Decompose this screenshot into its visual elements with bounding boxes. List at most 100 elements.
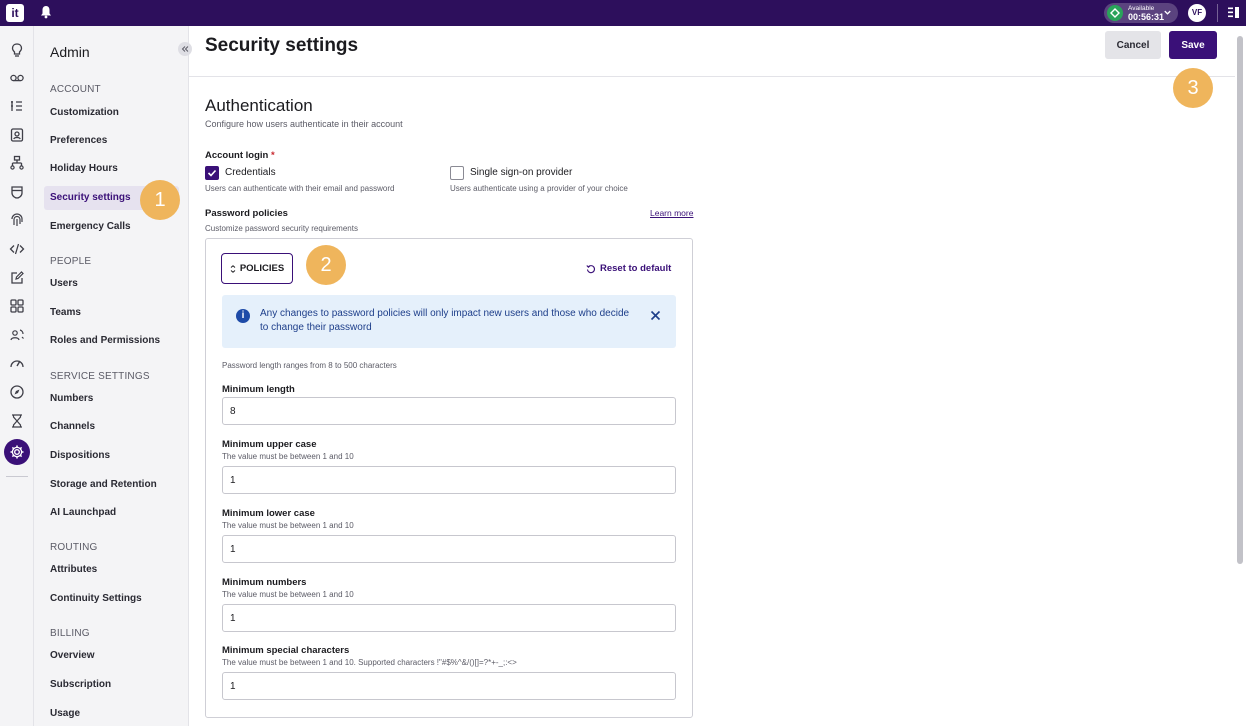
rail-divider <box>6 476 28 477</box>
nav-item-customization[interactable]: Customization <box>44 101 179 125</box>
close-icon[interactable] <box>650 310 661 321</box>
min-special-help: The value must be between 1 and 10. Supp… <box>222 658 517 667</box>
database-icon[interactable] <box>8 183 26 201</box>
nav-item-usage[interactable]: Usage <box>44 702 179 726</box>
reset-label: Reset to default <box>600 263 672 274</box>
credentials-checkbox[interactable] <box>205 166 219 180</box>
section-label-people: PEOPLE <box>50 256 92 267</box>
learn-more-link[interactable]: Learn more <box>650 208 693 218</box>
info-banner-text: Any changes to password policies will on… <box>260 308 630 333</box>
hourglass-icon[interactable] <box>8 412 26 430</box>
min-upper-label: Minimum upper case <box>222 439 317 450</box>
apps-grid-icon[interactable] <box>8 297 26 315</box>
min-special-input[interactable] <box>222 672 676 700</box>
compass-icon[interactable] <box>8 383 26 401</box>
min-numbers-label: Minimum numbers <box>222 577 307 588</box>
reset-to-default-link[interactable]: Reset to default <box>586 263 671 274</box>
people-sync-icon[interactable] <box>8 326 26 344</box>
bell-icon[interactable] <box>40 5 52 19</box>
nav-item-overview[interactable]: Overview <box>44 644 179 668</box>
min-numbers-help: The value must be between 1 and 10 <box>222 590 354 599</box>
section-label-billing: BILLING <box>50 628 90 639</box>
list-icon[interactable] <box>8 97 26 115</box>
divider <box>1217 4 1218 22</box>
user-avatar[interactable]: VF <box>1188 4 1206 22</box>
min-lower-label: Minimum lower case <box>222 508 315 519</box>
required-asterisk: * <box>270 150 275 161</box>
min-length-input[interactable] <box>222 397 676 425</box>
info-banner: i Any changes to password policies will … <box>222 295 676 348</box>
save-button[interactable]: Save <box>1169 31 1217 59</box>
chevron-down-icon <box>1163 8 1172 17</box>
min-upper-help: The value must be between 1 and 10 <box>222 452 354 461</box>
speedometer-icon[interactable] <box>8 354 26 372</box>
header-divider <box>189 76 1235 77</box>
section-label-routing: ROUTING <box>50 542 98 553</box>
nav-item-attributes[interactable]: Attributes <box>44 558 179 582</box>
section-label-account: ACCOUNT <box>50 84 101 95</box>
workflow-icon[interactable] <box>8 154 26 172</box>
nav-item-storage-and-retention[interactable]: Storage and Retention <box>44 473 179 497</box>
account-login-text: Account login <box>205 150 269 161</box>
page-scrollbar[interactable] <box>1237 36 1243 564</box>
app-navigation-rail <box>0 26 34 726</box>
top-bar: it Available 00:56:31 VF <box>0 0 1246 26</box>
reset-icon <box>586 264 596 274</box>
availability-status-dropdown[interactable]: Available 00:56:31 <box>1104 3 1178 23</box>
admin-sidebar: Admin ACCOUNT Customization Preferences … <box>34 26 192 726</box>
policies-button-label: POLICIES <box>239 263 285 274</box>
credentials-label: Credentials <box>225 167 276 178</box>
authentication-subtitle: Configure how users authenticate in thei… <box>205 119 403 129</box>
edit-icon[interactable] <box>8 269 26 287</box>
page-title: Security settings <box>205 35 359 56</box>
nav-item-ai-launchpad[interactable]: AI Launchpad <box>44 501 179 525</box>
nav-item-dispositions[interactable]: Dispositions <box>44 444 179 468</box>
nav-item-roles-and-permissions[interactable]: Roles and Permissions <box>44 329 179 353</box>
nav-item-preferences[interactable]: Preferences <box>44 129 179 153</box>
sso-help: Users authenticate using a provider of y… <box>450 184 628 193</box>
nav-item-teams[interactable]: Teams <box>44 301 179 325</box>
app-logo[interactable]: it <box>6 4 24 22</box>
status-diamond-icon <box>1107 5 1123 21</box>
voicemail-icon[interactable] <box>8 69 26 87</box>
min-special-label: Minimum special characters <box>222 645 350 656</box>
min-numbers-input[interactable] <box>222 604 676 632</box>
sort-icon <box>230 264 236 273</box>
collapse-sidebar-icon[interactable] <box>178 42 192 56</box>
sidebar-title: Admin <box>50 44 90 60</box>
password-policies-subtitle: Customize password security requirements <box>205 224 358 233</box>
status-timer: 00:56:31 <box>1128 12 1165 22</box>
fingerprint-icon[interactable] <box>8 211 26 229</box>
side-panel-icon[interactable] <box>1227 6 1240 19</box>
sso-label: Single sign-on provider <box>470 167 573 178</box>
nav-item-channels[interactable]: Channels <box>44 415 179 439</box>
checkmark-icon <box>207 169 217 177</box>
nav-item-holiday-hours[interactable]: Holiday Hours <box>44 157 179 181</box>
section-label-service-settings: SERVICE SETTINGS <box>50 371 150 382</box>
contacts-icon[interactable] <box>8 126 26 144</box>
credentials-help: Users can authenticate with their email … <box>205 184 395 193</box>
status-text: Available 00:56:31 <box>1128 5 1165 22</box>
lightbulb-icon[interactable] <box>8 41 26 59</box>
password-length-note: Password length ranges from 8 to 500 cha… <box>222 361 397 370</box>
step-badge-3: 3 <box>1173 68 1213 108</box>
nav-item-users[interactable]: Users <box>44 272 179 296</box>
step-badge-2: 2 <box>306 245 346 285</box>
policies-button[interactable]: POLICIES <box>221 253 293 284</box>
min-lower-help: The value must be between 1 and 10 <box>222 521 354 530</box>
account-login-label: Account login * <box>205 150 275 161</box>
nav-item-subscription[interactable]: Subscription <box>44 673 179 697</box>
settings-gear-icon[interactable] <box>4 439 30 465</box>
nav-item-continuity-settings[interactable]: Continuity Settings <box>44 587 179 611</box>
min-lower-input[interactable] <box>222 535 676 563</box>
info-icon: i <box>236 309 250 323</box>
code-icon[interactable] <box>8 240 26 258</box>
step-badge-1: 1 <box>140 180 180 220</box>
nav-item-numbers[interactable]: Numbers <box>44 387 179 411</box>
min-upper-input[interactable] <box>222 466 676 494</box>
min-length-label: Minimum length <box>222 384 295 395</box>
sso-checkbox[interactable] <box>450 166 464 180</box>
authentication-heading: Authentication <box>205 96 313 115</box>
cancel-button[interactable]: Cancel <box>1105 31 1161 59</box>
password-policies-title: Password policies <box>205 208 288 219</box>
